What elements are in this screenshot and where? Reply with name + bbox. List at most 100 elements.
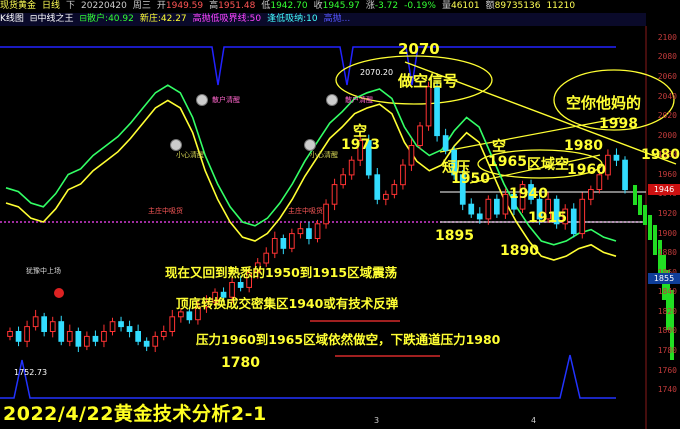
date-label: 20220420 (81, 1, 127, 11)
label-1890: 1890 (500, 243, 539, 259)
price-tick: 1740 (657, 385, 677, 395)
candle-body (391, 184, 398, 195)
label-2070-small: 2070.20 (360, 68, 394, 77)
label-1940: 1940 (509, 186, 548, 202)
indicator-line4: 高抛低吸界线:50 (192, 14, 262, 24)
label-zuokong: 做空信号 (398, 72, 459, 90)
candle-body (613, 154, 620, 161)
candle-body (425, 86, 432, 127)
candle-body (314, 223, 321, 240)
label-xiaoxin1: 小心清醒 (176, 151, 204, 159)
candle-body (306, 228, 312, 239)
candle-body (7, 331, 13, 337)
candle-body (66, 331, 73, 342)
label-1973: 1973 (341, 137, 380, 153)
forecast-bar (633, 185, 637, 205)
price-tick: 2040 (657, 91, 677, 101)
candle-body (186, 311, 193, 321)
candle-body (32, 316, 39, 328)
candle-body (331, 184, 338, 205)
symbol-name[interactable]: 现货黄金 (0, 1, 36, 11)
indicator-line3-value: 42.27 (160, 14, 187, 24)
smile-icon (170, 139, 182, 151)
price-tick: 1880 (657, 248, 677, 258)
forecast-bar (638, 195, 642, 215)
candle-body (49, 321, 56, 333)
indicator-line2-value: 40.92 (108, 14, 134, 24)
indicator-line3-label: 新庄: (139, 14, 161, 24)
candle-body (135, 331, 142, 342)
candle-body (178, 311, 184, 318)
candle-body (348, 159, 355, 176)
label-zhuangjia1: 主庄中吸货 (148, 207, 183, 215)
candle-body (169, 316, 176, 332)
candle-body (323, 203, 329, 225)
label-1960: 1960 (567, 162, 606, 178)
close-label: 收 (313, 1, 323, 11)
label-2070: 2070 (398, 40, 440, 58)
low-value: 1942.70 (270, 1, 308, 11)
indicator-name[interactable]: K线图 (0, 14, 24, 24)
candle-body (109, 321, 116, 333)
period-label[interactable]: 日线 (42, 1, 60, 11)
candle-body (101, 331, 107, 342)
candle-body (588, 189, 594, 200)
label-kongni: 空你他妈的 (566, 94, 642, 112)
annotation-line1: 现在又回到熟悉的1950到1915区域震荡 (165, 265, 398, 280)
close-value: 1945.97 (322, 1, 360, 11)
open-value: 1949.59 (165, 1, 204, 11)
candle-body (152, 335, 159, 347)
price-axis: 2100208020602040202020001980196019401920… (646, 26, 680, 429)
price-tick: 2020 (657, 111, 677, 121)
indicator-line1: 中线之王 (37, 14, 74, 24)
candle-body (58, 321, 65, 342)
extra-value: 11210 (546, 1, 576, 11)
candle-body (143, 340, 150, 347)
volume-label: 量 (441, 1, 451, 11)
direction-label: 下 (66, 1, 76, 11)
indicator-toggle-icon[interactable]: ⊟ (79, 14, 87, 24)
label-quyukong: 区域空 (527, 157, 569, 173)
smile-icon (326, 94, 338, 106)
x-tick-4: 4 (531, 416, 537, 425)
indicator-line6: 高抛... (323, 14, 351, 24)
low-label: 低 (261, 1, 271, 11)
indicator-line2-label: 散户: (87, 14, 109, 24)
price-tick: 1900 (657, 228, 677, 238)
candle-body (271, 238, 278, 254)
price-tick: 1960 (657, 169, 677, 179)
candle-body (417, 125, 423, 147)
candle-body (126, 326, 133, 333)
candle-body (289, 233, 295, 249)
change-pct: -0.19% (404, 1, 436, 11)
signal-dot (54, 288, 64, 298)
candle-body (570, 208, 577, 235)
candle-body (400, 164, 406, 186)
current-price-box: 1855 (648, 272, 680, 284)
candle-body (408, 145, 415, 166)
open-label: 开 (156, 1, 166, 11)
weekday-label: 周三 (132, 1, 151, 11)
annotation-line2: 顶底转换成交密集区1940或有技术反弹 (176, 296, 399, 311)
quote-header: 现货黄金 日线下 20220420 周三 开1949.59 高1951.48 低1942.7… (0, 0, 646, 13)
label-1980b: 1980 (641, 147, 680, 163)
label-1780: 1780 (221, 355, 260, 371)
label-small-top1: 散户清醒 (212, 96, 240, 104)
change-label: 涨 (365, 1, 375, 11)
label-1950: 1950 (451, 171, 490, 187)
candle-body (15, 331, 22, 342)
candle-body (383, 193, 389, 200)
price-tick: 1820 (657, 306, 677, 316)
blue-bottom-line (0, 354, 616, 399)
annotation-line3: 压力1960到1965区域依然做空，下跌通道压力1980 (196, 332, 501, 347)
amount-value: 89735136 (494, 1, 541, 11)
price-tick: 1780 (657, 346, 677, 356)
label-1965: 1965 (488, 154, 527, 170)
high-value: 1951.48 (218, 1, 256, 11)
price-tick: 1760 (657, 365, 677, 375)
candle-body (434, 86, 440, 137)
price-tick: 2100 (657, 32, 677, 42)
candle-body (502, 193, 509, 215)
label-youyu: 犹豫中上场 (26, 267, 61, 275)
price-tick: 1920 (657, 209, 677, 218)
